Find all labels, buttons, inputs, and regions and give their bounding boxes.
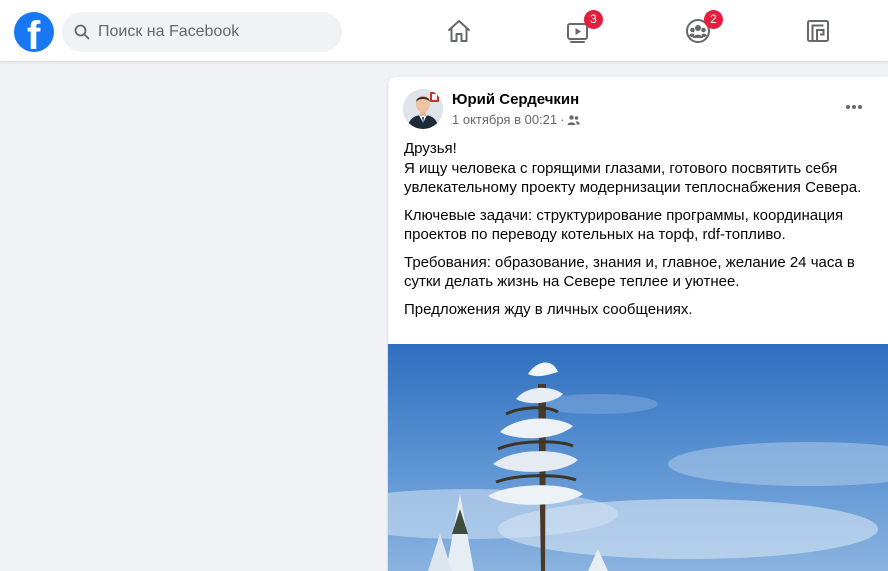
groups-notification-badge: 2 [704,10,723,29]
post-paragraph: Друзья! Я ищу человека с горящими глазам… [404,140,862,196]
post-paragraph: Требования: образование, знания и, главн… [404,253,855,291]
nav-groups-button[interactable]: 2 [668,8,728,54]
top-navigation-bar: f 3 2 [0,0,888,62]
nav-watch-button[interactable]: 3 [548,8,608,54]
nav-home-button[interactable] [429,8,489,54]
search-input[interactable] [98,12,334,52]
gaming-icon [807,20,829,42]
watch-notification-badge: 3 [584,10,603,29]
snow-covered-pine-tree-photo [388,344,888,571]
author-photo [403,89,443,129]
post-meta: 1 октября в 00:21 · [452,112,581,127]
search-icon [74,24,90,40]
search-bar[interactable] [62,12,342,52]
facebook-logo[interactable]: f [14,12,54,52]
post-more-options-button[interactable] [840,93,868,121]
meta-separator: · [560,112,565,127]
post-body: Друзья! Я ищу человека с горящими глазам… [404,139,876,327]
post-timestamp[interactable]: 1 октября в 00:21 [452,112,557,127]
more-options-icon [846,105,862,109]
post-paragraph: Ключевые задачи: структурирование програ… [404,206,844,244]
friends-icon[interactable] [567,114,581,126]
post-author-name[interactable]: Юрий Сердечкин [452,91,579,108]
nav-gaming-button[interactable] [788,8,848,54]
feed-post: Юрий Сердечкин 1 октября в 00:21 · Друзь… [388,77,888,571]
post-photo[interactable] [388,344,888,571]
home-icon [448,20,470,42]
author-avatar[interactable] [403,89,443,129]
post-paragraph: Предложения жду в личных сообщениях. [404,300,693,318]
